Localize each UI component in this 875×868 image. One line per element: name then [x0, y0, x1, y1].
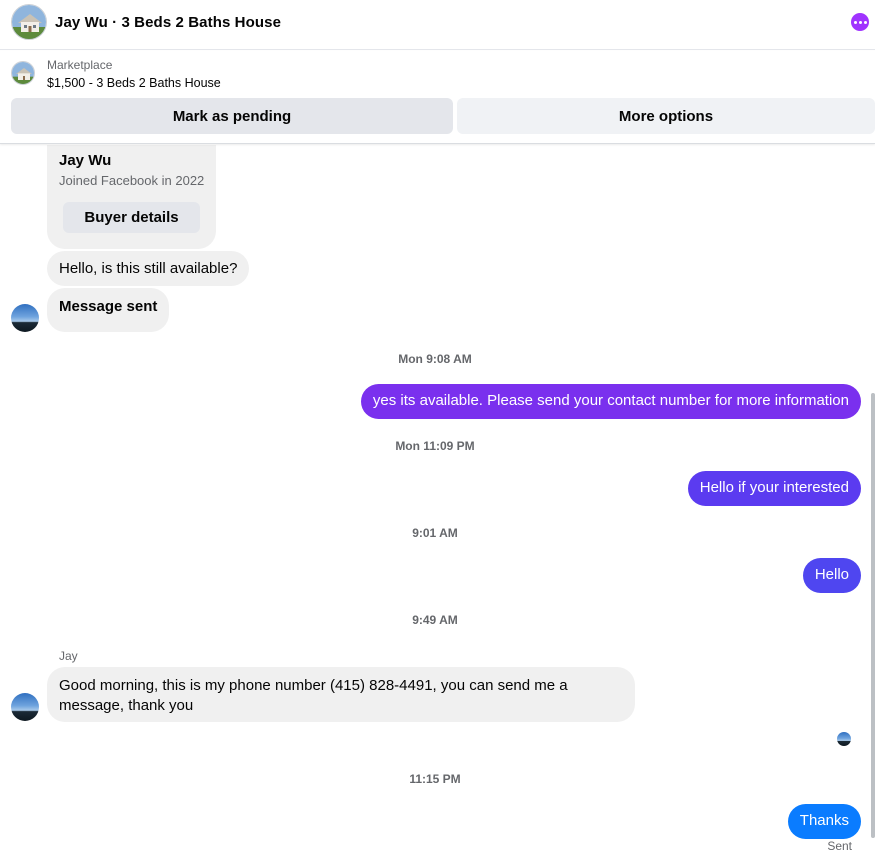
listing-title[interactable]: $1,500 - 3 Beds 2 Baths House	[47, 76, 221, 90]
listing-avatar[interactable]	[11, 4, 47, 40]
timestamp: Mon 11:09 PM	[395, 439, 475, 453]
message-bubble-outgoing[interactable]: Hello if your interested	[687, 471, 861, 506]
conversation-header: Jay Wu · 3 Beds 2 Baths House	[0, 0, 875, 50]
message-thread[interactable]: Jay Wu Joined Facebook in 2022 Buyer det…	[0, 145, 875, 868]
timestamp: 9:01 AM	[412, 526, 458, 540]
buyer-info-card: Jay Wu Joined Facebook in 2022 Buyer det…	[47, 145, 216, 249]
message-bubble-incoming[interactable]: Hello, is this still available?	[47, 251, 250, 286]
message-bubble-outgoing[interactable]: Hello	[802, 558, 861, 593]
more-options-button[interactable]: More options	[457, 98, 875, 134]
timestamp: Mon 9:08 AM	[398, 352, 472, 366]
message-bubble-outgoing[interactable]: yes its available. Please send your cont…	[360, 384, 861, 419]
listing-bar: Marketplace $1,500 - 3 Beds 2 Baths Hous…	[0, 51, 875, 144]
buyer-details-button[interactable]: Buyer details	[63, 202, 200, 233]
message-bubble-incoming[interactable]: Good morning, this is my phone number (4…	[47, 667, 635, 722]
house-photo-icon	[12, 5, 46, 39]
mark-as-pending-button[interactable]: Mark as pending	[11, 98, 453, 134]
house-thumbnail-icon	[12, 62, 34, 84]
timestamp: 11:15 PM	[409, 772, 461, 786]
conversation-title[interactable]: Jay Wu · 3 Beds 2 Baths House	[55, 14, 281, 31]
seen-avatar-icon	[837, 732, 851, 746]
buyer-avatar[interactable]	[11, 304, 39, 332]
sender-name: Jay	[59, 649, 78, 663]
message-status: Sent	[827, 839, 852, 853]
buyer-joined-text: Joined Facebook in 2022	[59, 173, 205, 188]
buyer-name[interactable]: Jay Wu	[59, 152, 111, 169]
marketplace-label: Marketplace	[47, 58, 113, 72]
buyer-avatar[interactable]	[11, 693, 39, 721]
timestamp: 9:49 AM	[412, 613, 458, 627]
listing-thumbnail[interactable]	[11, 61, 35, 85]
message-bubble-outgoing[interactable]: Thanks	[787, 804, 861, 839]
more-dots-icon[interactable]	[851, 13, 869, 31]
message-sent-bubble[interactable]: Message sent	[47, 288, 170, 332]
scrollbar[interactable]	[871, 393, 875, 838]
